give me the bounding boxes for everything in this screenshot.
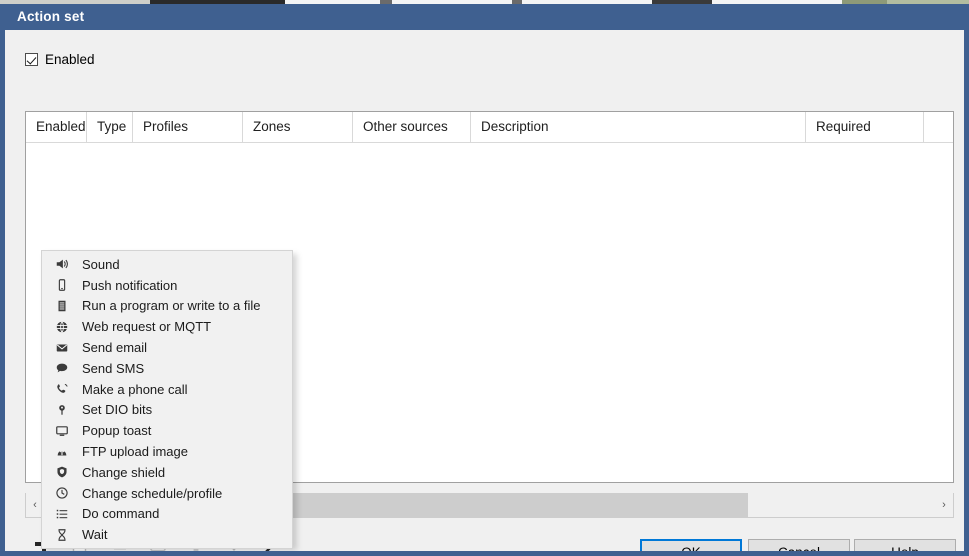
- grid-column-header[interactable]: Profiles: [133, 112, 243, 142]
- context-menu-item[interactable]: Set DIO bits: [42, 400, 292, 421]
- context-menu-item[interactable]: Sound: [42, 254, 292, 275]
- context-menu-item-label: Set DIO bits: [82, 402, 153, 418]
- grid-column-header-label: Zones: [253, 119, 291, 134]
- grid-column-header-label: Profiles: [143, 119, 189, 134]
- document-icon: [50, 299, 74, 313]
- dialog-body: Enabled Enabled Type Profiles Zones Other so…: [5, 30, 964, 551]
- grid-column-header-label: Required: [816, 119, 871, 134]
- context-menu-item[interactable]: Make a phone call: [42, 379, 292, 400]
- dialog-title: Action set: [17, 9, 85, 24]
- context-menu-item[interactable]: Push notification: [42, 275, 292, 296]
- speech-bubble-icon: [50, 361, 74, 375]
- list-icon: [50, 507, 74, 521]
- context-menu-item-label: FTP upload image: [82, 444, 188, 460]
- dialog-titlebar: Action set: [5, 4, 964, 30]
- context-menu-item[interactable]: Popup toast: [42, 420, 292, 441]
- context-menu-item[interactable]: Do command: [42, 504, 292, 525]
- enabled-checkbox-label: Enabled: [45, 52, 95, 67]
- context-menu-item-label: Change shield: [82, 464, 166, 480]
- grid-column-header-label: Other sources: [363, 119, 448, 134]
- grid-column-header[interactable]: Other sources: [353, 112, 471, 142]
- enabled-checkbox[interactable]: [25, 53, 38, 66]
- grid-column-header[interactable]: Zones: [243, 112, 353, 142]
- context-menu-item[interactable]: Send SMS: [42, 358, 292, 379]
- grid-column-header[interactable]: Required: [806, 112, 924, 142]
- action-set-dialog: Action set Enabled Enabled Type Profiles Zo…: [0, 4, 969, 556]
- pin-icon: [50, 403, 74, 417]
- context-menu-item[interactable]: FTP upload image: [42, 441, 292, 462]
- context-menu-item-label: Run a program or write to a file: [82, 298, 261, 314]
- context-menu-item[interactable]: Wait: [42, 524, 292, 545]
- context-menu-item-label: Web request or MQTT: [82, 319, 212, 335]
- grid-column-header[interactable]: Description: [471, 112, 806, 142]
- context-menu-item[interactable]: Web request or MQTT: [42, 316, 292, 337]
- enabled-checkbox-row[interactable]: Enabled: [25, 52, 95, 67]
- context-menu-item[interactable]: Change schedule/profile: [42, 483, 292, 504]
- cancel-button[interactable]: Cancel: [748, 539, 850, 551]
- add-action-context-menu[interactable]: Sound Push notification Run a program or w…: [41, 250, 293, 550]
- actions-grid-header: Enabled Type Profiles Zones Other sources Des…: [26, 112, 953, 143]
- context-menu-item-label: Do command: [82, 506, 160, 522]
- monitor-icon: [50, 424, 74, 438]
- envelope-icon: [50, 341, 74, 355]
- globe-icon: [50, 320, 74, 334]
- context-menu-item-label: Make a phone call: [82, 381, 188, 397]
- hourglass-icon: [50, 528, 74, 542]
- speaker-icon: [50, 257, 74, 271]
- clock-icon: [50, 486, 74, 500]
- context-menu-item-label: Wait: [82, 527, 108, 543]
- context-menu-item[interactable]: Change shield: [42, 462, 292, 483]
- context-menu-item[interactable]: Send email: [42, 337, 292, 358]
- shield-icon: [50, 465, 74, 479]
- context-menu-item-label: Change schedule/profile: [82, 485, 223, 501]
- scroll-right-arrow-icon[interactable]: ›: [935, 493, 953, 517]
- phone-call-icon: [50, 382, 74, 396]
- context-menu-item[interactable]: Run a program or write to a file: [42, 296, 292, 317]
- grid-column-header-label: Type: [97, 119, 127, 134]
- help-button[interactable]: Help: [854, 539, 956, 551]
- context-menu-item-label: Sound: [82, 256, 120, 272]
- context-menu-item-label: Popup toast: [82, 423, 152, 439]
- upload-arc-icon: [50, 445, 74, 459]
- context-menu-item-label: Push notification: [82, 277, 178, 293]
- grid-column-header-label: Description: [481, 119, 549, 134]
- grid-column-header[interactable]: Enabled: [26, 112, 87, 142]
- context-menu-item-label: Send SMS: [82, 360, 145, 376]
- grid-column-header-label: Enabled: [36, 119, 86, 134]
- phone-icon: [50, 278, 74, 292]
- context-menu-item-label: Send email: [82, 340, 148, 356]
- ok-button[interactable]: OK: [640, 539, 742, 551]
- grid-column-header[interactable]: Type: [87, 112, 133, 142]
